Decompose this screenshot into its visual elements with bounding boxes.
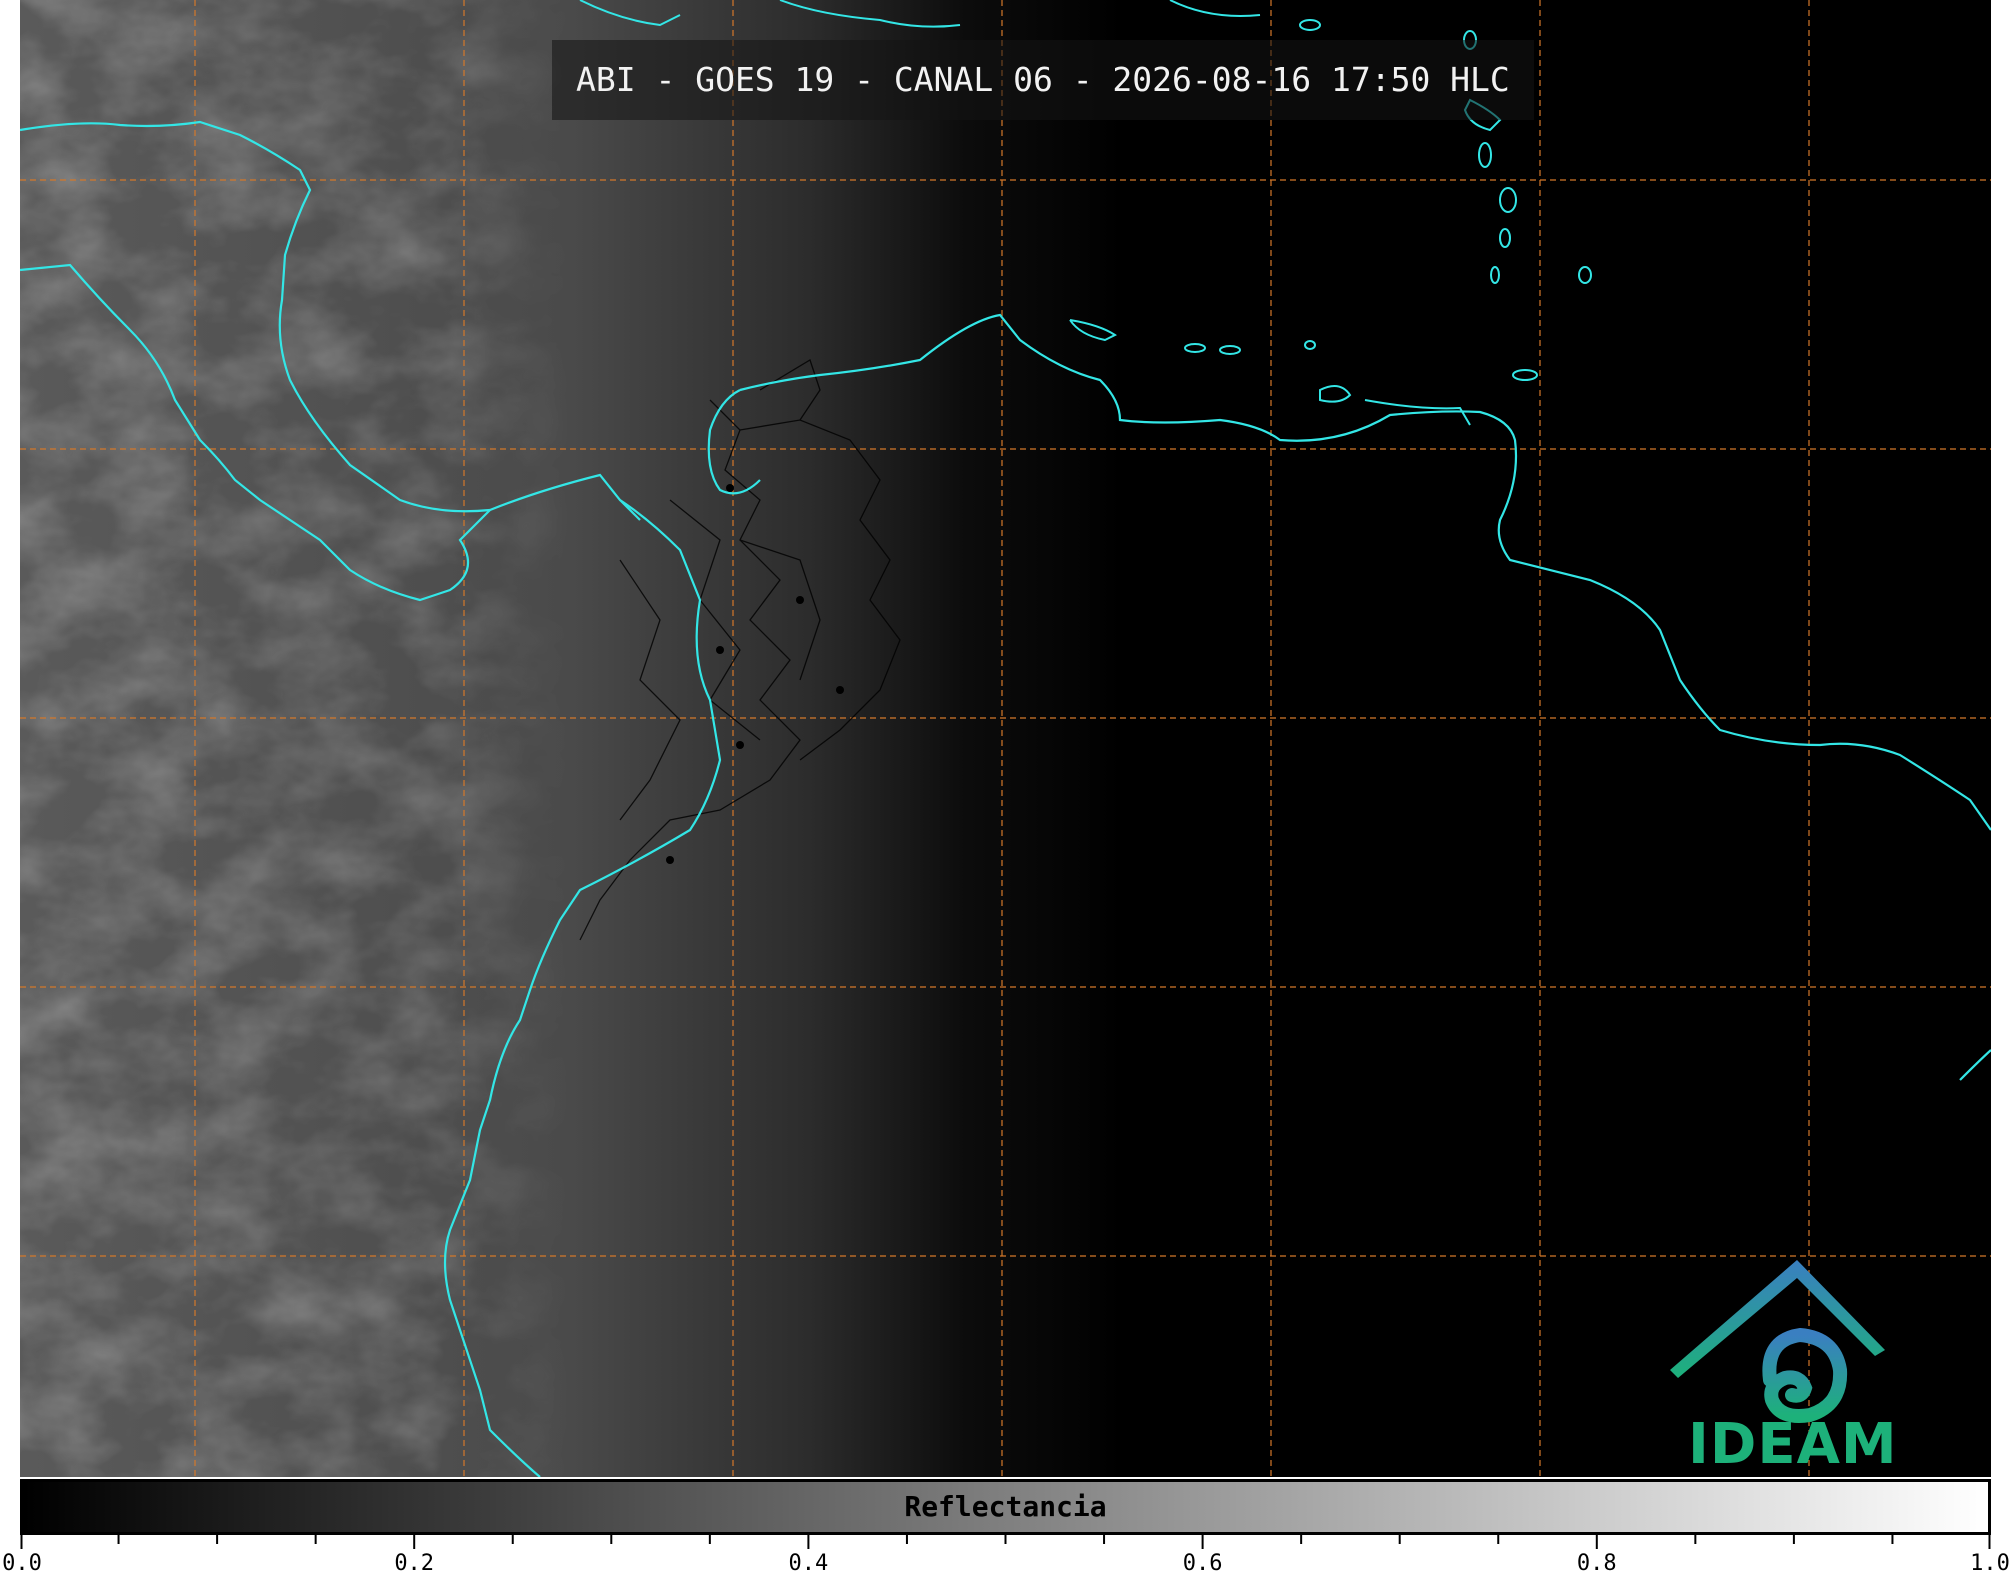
map-title: ABI - GOES 19 - CANAL 06 - 2026-08-16 17… xyxy=(552,40,1534,120)
colorbar-tick-label: 0.4 xyxy=(788,1551,829,1576)
colorbar-tick-label: 0.2 xyxy=(394,1551,435,1576)
colorbar-tick-label: 1.0 xyxy=(1970,1551,2010,1576)
colorbar-tick-label: 0.8 xyxy=(1576,1551,1617,1576)
colorbar: Reflectancia xyxy=(20,1479,1991,1535)
colorbar-label: Reflectancia xyxy=(904,1490,1107,1523)
colorbar-tick-label: 0.0 xyxy=(2,1551,42,1576)
colorbar-ticks xyxy=(20,1535,1991,1549)
colorbar-tick-label: 0.6 xyxy=(1182,1551,1223,1576)
ideam-logo-text: IDEAM xyxy=(1688,1412,1898,1477)
